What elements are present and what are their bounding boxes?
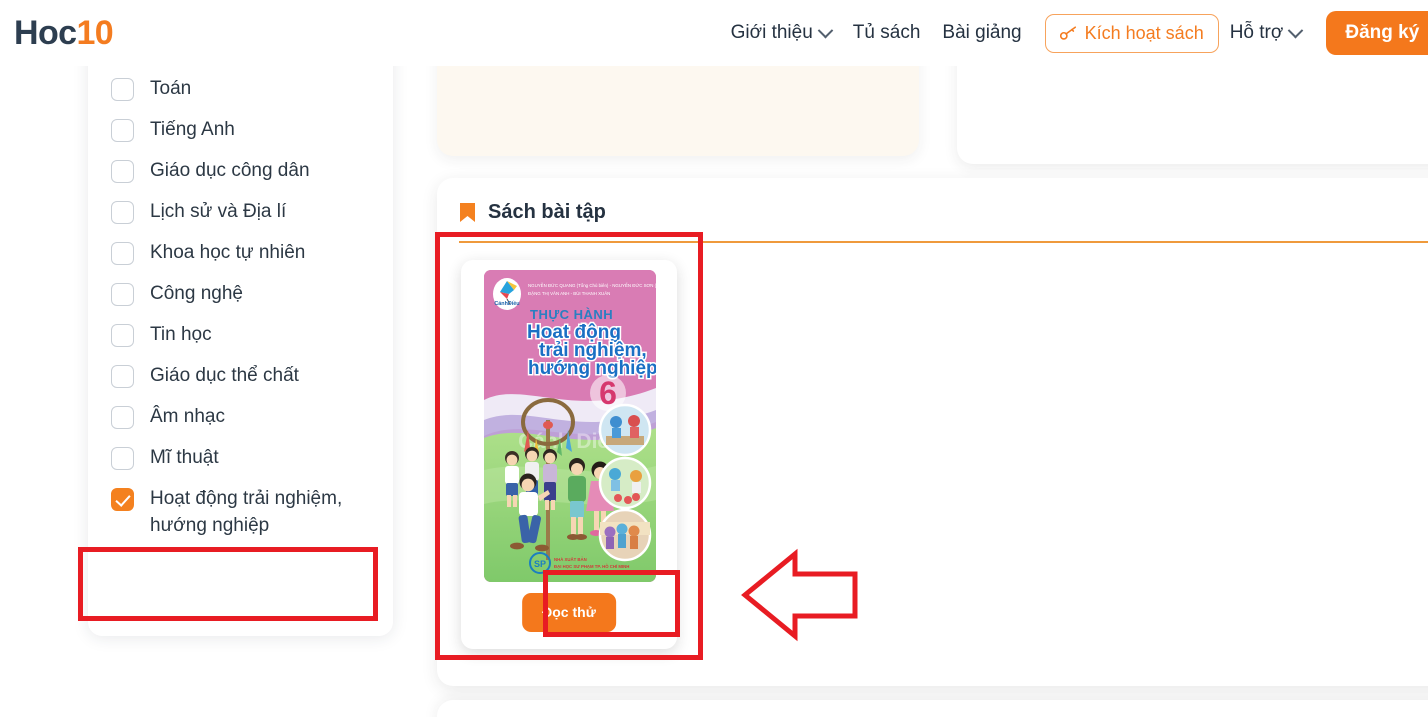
subject-filter-label: Giáo dục công dân	[150, 160, 310, 181]
subject-filter-row[interactable]: Mĩ thuật	[88, 437, 393, 478]
checkbox-unchecked[interactable]	[111, 406, 134, 429]
logo-text-accent: 10	[76, 14, 114, 52]
workbook-section-panel: Sách bài tập CánhDiều NGUYỄN ĐỨC QUANG (…	[437, 178, 1428, 686]
subject-filter-row[interactable]: Khoa học tự nhiên	[88, 232, 393, 273]
svg-text:NGUYỄN ĐỨC QUANG (Tổng Chủ biê: NGUYỄN ĐỨC QUANG (Tổng Chủ biên) - NGUYỄ…	[528, 283, 656, 288]
book-cover-artwork: CánhDiều NGUYỄN ĐỨC QUANG (Tổng Chủ biên…	[484, 270, 656, 582]
checkbox-unchecked[interactable]	[111, 242, 134, 265]
activate-book-button[interactable]: Kích hoạt sách	[1044, 13, 1219, 53]
svg-text:ĐẠI HỌC SƯ PHẠM TP. HỒ CHÍ MIN: ĐẠI HỌC SƯ PHẠM TP. HỒ CHÍ MINH	[554, 564, 629, 569]
chevron-down-icon	[817, 22, 834, 38]
checkbox-unchecked[interactable]	[111, 447, 134, 470]
subject-filter-label: Giáo dục thể chất	[150, 365, 299, 386]
subject-filter-label: Âm nhạc	[150, 406, 225, 427]
subject-filter-label: Khoa học tự nhiên	[150, 242, 306, 263]
nav-item-ho-tro[interactable]: Hỗ trợ	[1219, 20, 1313, 46]
subject-filter-row[interactable]: Lịch sử và Địa lí	[88, 191, 393, 232]
book-card[interactable]: CánhDiều NGUYỄN ĐỨC QUANG (Tổng Chủ biên…	[461, 260, 677, 649]
subject-filter-label: Tin học	[150, 324, 212, 345]
site-header: Hoc10 Giới thiệu Tủ sách Bài giảng Kích …	[0, 0, 1428, 66]
svg-text:SP: SP	[534, 559, 546, 569]
activate-book-label: Kích hoạt sách	[1084, 22, 1204, 43]
checkbox-unchecked[interactable]	[111, 324, 134, 347]
next-section-panel	[437, 700, 1428, 717]
checkbox-unchecked[interactable]	[111, 160, 134, 183]
checkbox-unchecked[interactable]	[111, 78, 134, 101]
nav-item-label: Bài giảng	[942, 22, 1022, 43]
nav-item-label: Giới thiệu	[730, 22, 813, 43]
subject-filter-label: Hoạt động trải nghiệm, hướng nghiệp	[150, 488, 343, 536]
nav-item-tu-sach[interactable]: Tủ sách	[842, 20, 932, 46]
section-divider	[459, 241, 1428, 243]
subject-filter-row[interactable]: Tin học	[88, 314, 393, 355]
subject-filter-label: Mĩ thuật	[150, 447, 219, 468]
checkbox-unchecked[interactable]	[111, 119, 134, 142]
svg-text:6: 6	[599, 375, 617, 411]
page-root: Hoc10 Giới thiệu Tủ sách Bài giảng Kích …	[0, 0, 1428, 717]
logo-text-primary: Hoc	[14, 14, 77, 52]
svg-text:ĐẶNG THỊ VÂN ANH - BÙI THANH X: ĐẶNG THỊ VÂN ANH - BÙI THANH XUÂN	[528, 291, 610, 296]
svg-text:CánhDiều: CánhDiều	[494, 301, 519, 307]
subject-filter-label: Toán	[150, 78, 192, 99]
subject-filter-row[interactable]: Toán	[88, 68, 393, 109]
svg-text:hướng nghiệp: hướng nghiệp	[528, 358, 656, 379]
svg-text:NHÀ XUẤT BẢN: NHÀ XUẤT BẢN	[554, 557, 587, 562]
checkbox-checked[interactable]	[111, 488, 134, 511]
nav-item-label: Tủ sách	[852, 22, 921, 43]
subject-filter-row[interactable]: Công nghệ	[88, 273, 393, 314]
book-cover-image: CánhDiều NGUYỄN ĐỨC QUANG (Tổng Chủ biên…	[484, 270, 656, 582]
nav-item-gioi-thieu[interactable]: Giới thiệu	[720, 20, 842, 46]
bookmark-icon	[460, 202, 475, 222]
subject-filter-row[interactable]: Giáo dục công dân	[88, 150, 393, 191]
main-navigation: Giới thiệu Tủ sách Bài giảng Kích hoạt s…	[720, 0, 1428, 66]
subject-filter-row[interactable]: Hoạt động trải nghiệm, hướng nghiệp	[88, 478, 393, 546]
workbook-section-header: Sách bài tập	[459, 200, 606, 224]
subject-filter-label: Lịch sử và Địa lí	[150, 201, 287, 222]
nav-item-label: Hỗ trợ	[1229, 22, 1284, 43]
checkbox-unchecked[interactable]	[111, 201, 134, 224]
chevron-down-icon	[1288, 22, 1304, 38]
site-logo[interactable]: Hoc10	[14, 12, 114, 54]
subject-filter-row[interactable]: Giáo dục thể chất	[88, 355, 393, 396]
checkbox-unchecked[interactable]	[111, 283, 134, 306]
subject-filter-label: Tiếng Anh	[150, 119, 235, 140]
nav-item-bai-giang[interactable]: Bài giảng	[931, 20, 1032, 46]
subject-filter-label: Công nghệ	[150, 283, 243, 304]
read-trial-button[interactable]: Đọc thử	[522, 593, 616, 632]
svg-text:THỰC HÀNH: THỰC HÀNH	[530, 307, 613, 322]
workbook-section-title: Sách bài tập	[488, 201, 606, 223]
key-icon	[1059, 25, 1076, 40]
subject-filter-list: Ngữ vănToánTiếng AnhGiáo dục công dânLịc…	[88, 20, 393, 546]
subject-filter-row[interactable]: Âm nhạc	[88, 396, 393, 437]
register-button[interactable]: Đăng ký	[1326, 11, 1428, 55]
subject-filter-sidebar: Ngữ vănToánTiếng AnhGiáo dục công dânLịc…	[88, 20, 393, 636]
checkbox-unchecked[interactable]	[111, 365, 134, 388]
subject-filter-row[interactable]: Tiếng Anh	[88, 109, 393, 150]
